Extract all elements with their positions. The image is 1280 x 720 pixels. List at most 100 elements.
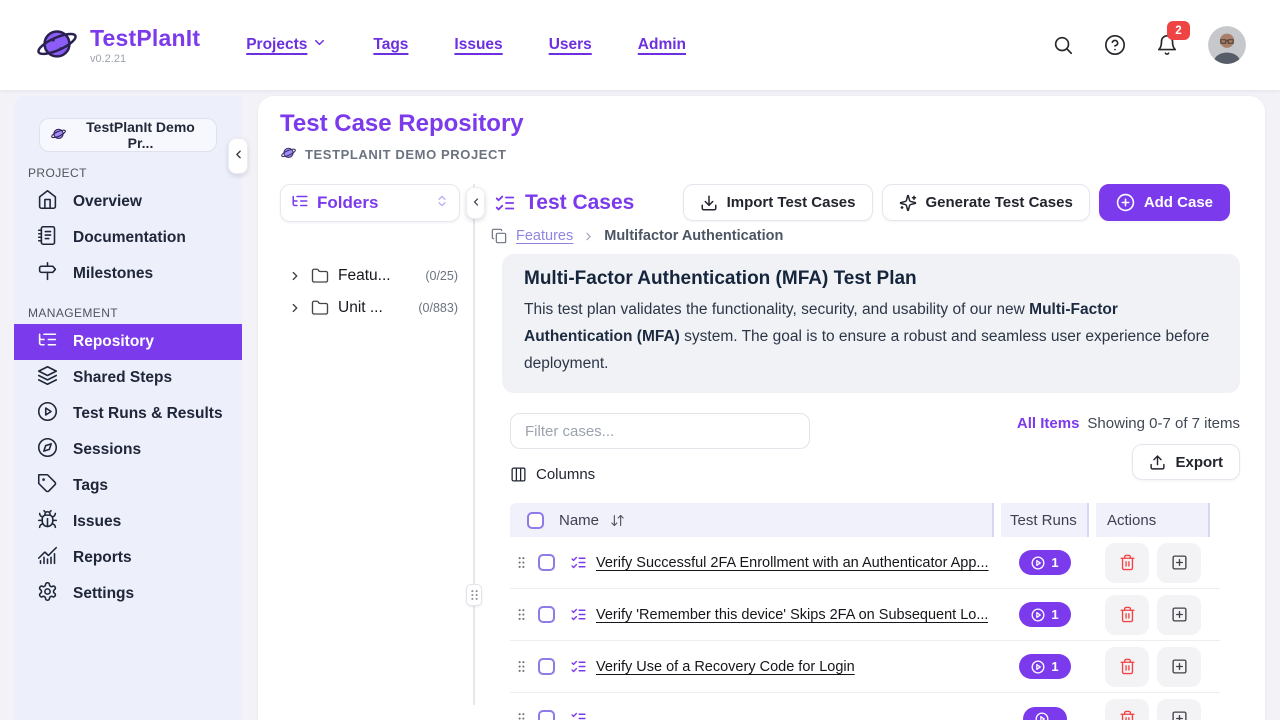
drag-handle-icon[interactable] xyxy=(514,606,529,623)
filter-cases-input[interactable] xyxy=(510,413,810,449)
folder-row-features[interactable]: Featu... (0/25) xyxy=(280,260,460,292)
column-header-actions: Actions xyxy=(1096,503,1210,537)
folder-row-unit[interactable]: Unit ... (0/883) xyxy=(280,292,460,324)
folders-header[interactable]: Folders xyxy=(280,184,460,222)
header-actions: Import Test Cases Generate Test Cases Ad… xyxy=(683,184,1240,221)
app-logo[interactable]: TestPlanIt v0.2.21 xyxy=(34,20,200,71)
test-runs-badge[interactable] xyxy=(1023,707,1067,720)
export-button[interactable]: Export xyxy=(1132,444,1240,480)
add-to-run-button[interactable] xyxy=(1157,699,1201,720)
test-case-link[interactable]: Verify 'Remember this device' Skips 2FA … xyxy=(596,607,988,623)
select-all-checkbox[interactable] xyxy=(527,512,544,529)
sidebar-item-issues[interactable]: Issues xyxy=(14,504,242,540)
row-checkbox[interactable] xyxy=(538,710,555,720)
help-icon[interactable] xyxy=(1104,34,1126,56)
row-checkbox[interactable] xyxy=(538,606,555,623)
items-summary: All ItemsShowing 0-7 of 7 items xyxy=(1017,415,1240,432)
home-icon xyxy=(37,189,58,215)
panel-resizer[interactable] xyxy=(473,184,475,705)
chevron-right-icon[interactable] xyxy=(288,301,302,315)
test-case-link[interactable]: Verify Successful 2FA Enrollment with an… xyxy=(596,555,989,571)
table-row: Verify Use of a Recovery Code for Login … xyxy=(510,641,1220,693)
resizer-grip[interactable] xyxy=(466,584,482,606)
column-header-name[interactable]: Name xyxy=(510,503,994,537)
sidebar-item-documentation[interactable]: Documentation xyxy=(14,220,242,256)
table-header: Name Test Runs Actions xyxy=(510,503,1220,537)
play-circle-icon xyxy=(1035,712,1049,720)
sidebar-item-settings[interactable]: Settings xyxy=(14,576,242,612)
sidebar-item-tags[interactable]: Tags xyxy=(14,468,242,504)
folders-collapse-button[interactable] xyxy=(466,187,485,219)
planet-logo-icon xyxy=(34,20,80,71)
sparkles-icon xyxy=(899,194,917,212)
nav-issues[interactable]: Issues xyxy=(454,36,502,54)
all-items-filter[interactable]: All Items xyxy=(1017,415,1080,432)
breadcrumb-features-link[interactable]: Features xyxy=(516,228,573,244)
app-version: v0.2.21 xyxy=(90,53,200,65)
play-circle-icon xyxy=(37,401,58,427)
nav-tags[interactable]: Tags xyxy=(373,36,408,54)
columns-button[interactable]: Columns xyxy=(510,466,595,483)
trash-icon xyxy=(1119,606,1136,623)
delete-case-button[interactable] xyxy=(1105,595,1149,635)
sidebar-item-repository[interactable]: Repository xyxy=(14,324,242,360)
main-nav: Projects Tags Issues Users Admin xyxy=(246,35,686,55)
folder-count: (0/25) xyxy=(425,269,460,283)
sidebar-item-reports[interactable]: Reports xyxy=(14,540,242,576)
list-checks-icon xyxy=(494,192,516,214)
layers-icon xyxy=(37,365,58,391)
filter-right: All ItemsShowing 0-7 of 7 items Export xyxy=(1017,413,1240,483)
drag-handle-icon[interactable] xyxy=(514,554,529,571)
test-runs-badge[interactable]: 1 xyxy=(1019,602,1070,627)
sort-icon[interactable] xyxy=(610,513,625,528)
nav-admin[interactable]: Admin xyxy=(638,36,686,54)
drag-handle-icon[interactable] xyxy=(514,658,529,675)
table-row: Verify 'Remember this device' Skips 2FA … xyxy=(510,589,1220,641)
add-case-button[interactable]: Add Case xyxy=(1099,184,1230,221)
row-checkbox[interactable] xyxy=(538,658,555,675)
sidebar-item-overview[interactable]: Overview xyxy=(14,184,242,220)
upload-icon xyxy=(1149,454,1166,471)
import-test-cases-button[interactable]: Import Test Cases xyxy=(683,184,873,221)
generate-test-cases-button[interactable]: Generate Test Cases xyxy=(882,184,1090,221)
test-case-link[interactable]: Verify Use of a Recovery Code for Login xyxy=(596,659,855,675)
square-plus-icon xyxy=(1171,658,1188,675)
delete-case-button[interactable] xyxy=(1105,543,1149,583)
add-to-run-button[interactable] xyxy=(1157,647,1201,687)
project-switcher[interactable]: TestPlanIt Demo Pr... xyxy=(39,118,217,152)
sidebar-collapse-button[interactable] xyxy=(228,138,248,174)
sidebar-item-test-runs[interactable]: Test Runs & Results xyxy=(14,396,242,432)
notebook-icon xyxy=(37,225,58,251)
chevron-left-icon xyxy=(232,148,245,164)
breadcrumb: Features Multifactor Authentication xyxy=(488,228,1240,244)
sidebar-item-shared-steps[interactable]: Shared Steps xyxy=(14,360,242,396)
notifications-bell-icon[interactable]: 2 xyxy=(1156,34,1178,56)
test-cases-title-group: Test Cases xyxy=(494,191,634,215)
chevron-right-icon xyxy=(582,230,595,243)
delete-case-button[interactable] xyxy=(1105,699,1149,720)
filter-left: Columns xyxy=(510,413,810,483)
project-name: TESTPLANIT DEMO PROJECT xyxy=(305,147,507,162)
test-runs-badge[interactable]: 1 xyxy=(1019,550,1070,575)
add-to-run-button[interactable] xyxy=(1157,543,1201,583)
test-plan-title: Multi-Factor Authentication (MFA) Test P… xyxy=(524,268,1218,290)
project-name-line: TESTPLANIT DEMO PROJECT xyxy=(280,144,1240,164)
top-right-actions: 2 xyxy=(1052,26,1246,64)
table-row: Verify Successful 2FA Enrollment with an… xyxy=(510,537,1220,589)
chevron-right-icon[interactable] xyxy=(288,269,302,283)
sidebar-item-sessions[interactable]: Sessions xyxy=(14,432,242,468)
user-avatar[interactable] xyxy=(1208,26,1246,64)
planet-icon xyxy=(280,144,297,164)
test-runs-badge[interactable]: 1 xyxy=(1019,654,1070,679)
nav-users[interactable]: Users xyxy=(549,36,592,54)
notification-badge: 2 xyxy=(1167,21,1190,40)
search-icon[interactable] xyxy=(1052,34,1074,56)
top-bar: TestPlanIt v0.2.21 Projects Tags Issues … xyxy=(0,0,1280,90)
square-plus-icon xyxy=(1171,606,1188,623)
sidebar-item-milestones[interactable]: Milestones xyxy=(14,256,242,292)
drag-handle-icon[interactable] xyxy=(514,710,529,720)
add-to-run-button[interactable] xyxy=(1157,595,1201,635)
nav-projects[interactable]: Projects xyxy=(246,35,327,55)
delete-case-button[interactable] xyxy=(1105,647,1149,687)
row-checkbox[interactable] xyxy=(538,554,555,571)
